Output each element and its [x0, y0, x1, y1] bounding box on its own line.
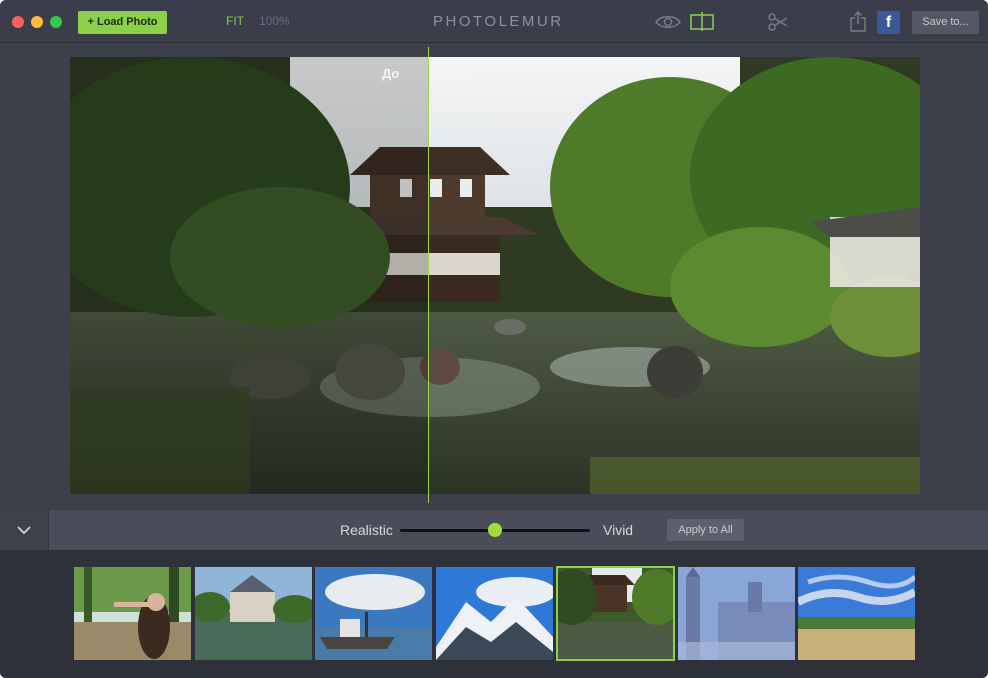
collapse-panel-button[interactable]: [0, 510, 49, 550]
app-window: + Load Photo FIT 100% PHOTOLEMUR f Save …: [0, 0, 988, 678]
actual-size-zoom-button[interactable]: 100%: [259, 14, 290, 28]
fit-zoom-button[interactable]: FIT: [226, 14, 244, 28]
maximize-window-button[interactable]: [50, 16, 62, 28]
thumbnail-woman-in-forest[interactable]: [74, 567, 191, 660]
thumbnail-ship-harbor[interactable]: [315, 567, 432, 660]
eye-icon[interactable]: [655, 14, 681, 30]
apply-to-all-button[interactable]: Apply to All: [667, 519, 744, 541]
after-label: После: [432, 66, 472, 81]
scissors-icon[interactable]: [768, 12, 788, 32]
filmstrip: [0, 550, 988, 678]
thumbnail-wheat-field[interactable]: [798, 567, 915, 660]
vivid-label: Vivid: [603, 522, 634, 538]
style-slider-handle[interactable]: [488, 523, 502, 537]
facebook-icon[interactable]: f: [877, 11, 900, 34]
adjustment-bar: Realistic Vivid Apply to All: [0, 510, 988, 550]
close-window-button[interactable]: [12, 16, 24, 28]
style-slider[interactable]: [400, 523, 590, 537]
realistic-label: Realistic: [340, 522, 393, 538]
photo-preview[interactable]: [70, 57, 920, 494]
app-title: PHOTOLEMUR: [433, 13, 564, 30]
thumbnail-snowy-mountains[interactable]: [436, 567, 553, 660]
compare-split-icon[interactable]: [690, 12, 714, 31]
title-bar: + Load Photo FIT 100% PHOTOLEMUR f Save …: [0, 0, 988, 43]
thumbnail-london-big-ben[interactable]: [678, 567, 795, 660]
before-label: До: [382, 66, 400, 81]
before-after-split-handle[interactable]: [428, 47, 429, 503]
minimize-window-button[interactable]: [31, 16, 43, 28]
save-to-button[interactable]: Save to...: [912, 11, 979, 34]
chevron-down-icon: [17, 526, 31, 535]
load-photo-button[interactable]: + Load Photo: [78, 11, 167, 34]
thumbnail-castle-lake[interactable]: [195, 567, 312, 660]
thumbnail-japanese-temple[interactable]: [556, 566, 675, 661]
share-icon[interactable]: [850, 11, 866, 32]
